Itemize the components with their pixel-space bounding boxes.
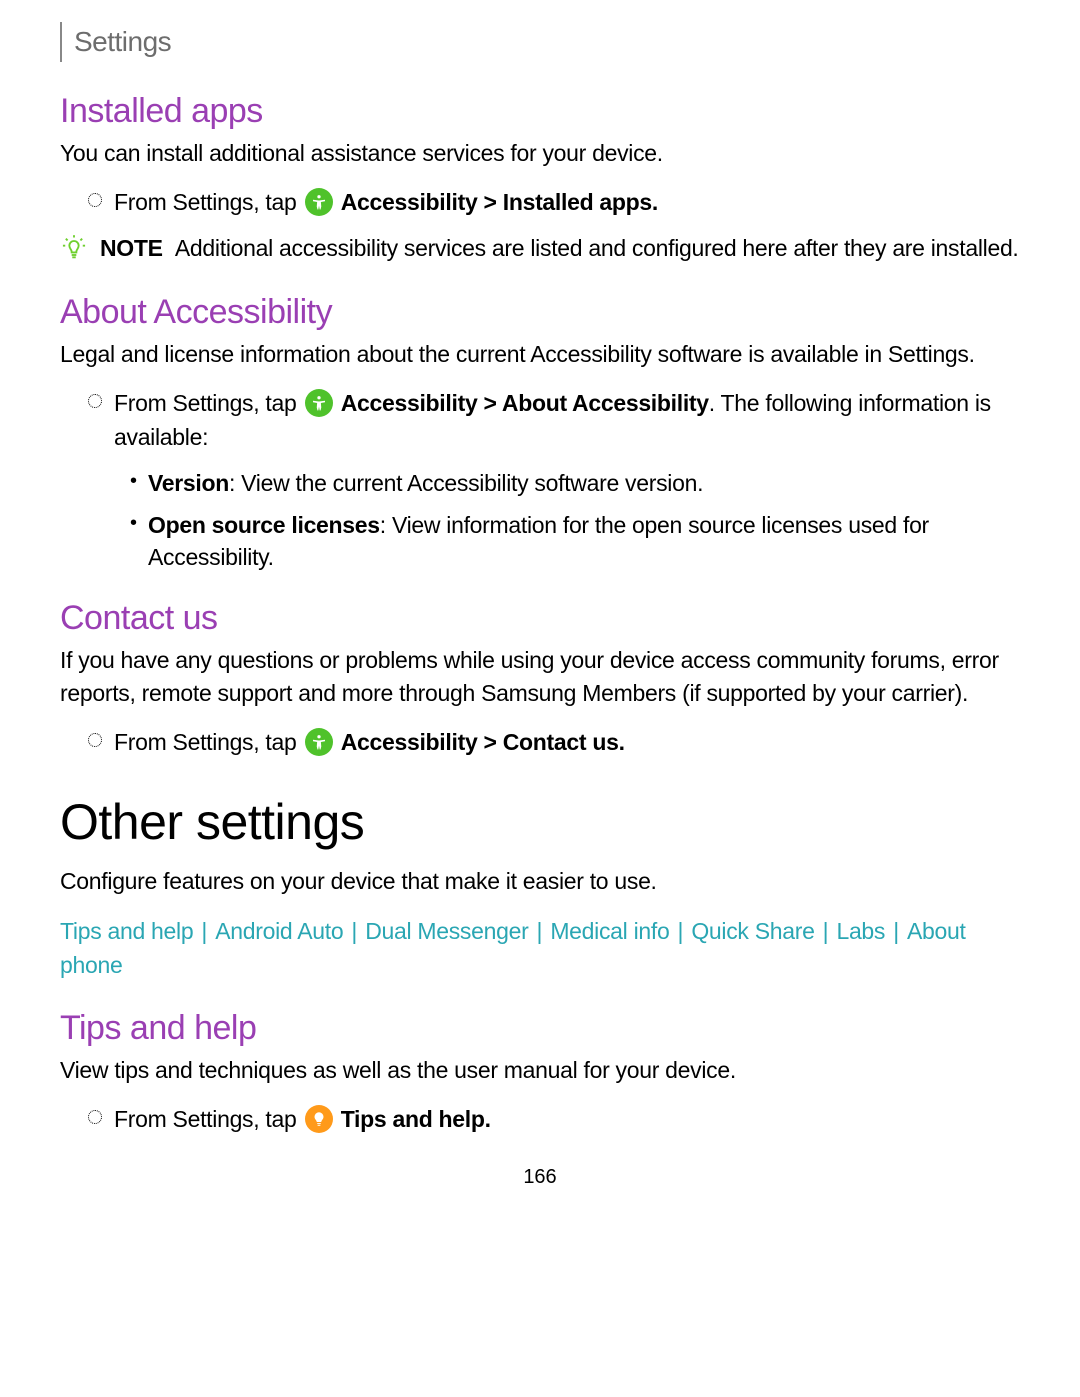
note-body: Additional accessibility services are li… bbox=[175, 235, 1019, 261]
page-header: Settings bbox=[60, 22, 1020, 62]
period: . bbox=[652, 189, 658, 215]
step-item: From Settings, tap Tips and help. bbox=[60, 1102, 1020, 1137]
heading-tips-and-help: Tips and help bbox=[60, 1009, 1020, 1048]
step-prefix: From Settings, tap bbox=[114, 729, 297, 755]
step-path: Accessibility > Contact us bbox=[341, 729, 619, 755]
tips-icon bbox=[305, 1105, 333, 1133]
link-line-other-settings: Tips and help | Android Auto | Dual Mess… bbox=[60, 914, 1020, 983]
step-path: Accessibility > Installed apps bbox=[341, 189, 652, 215]
step-text: From Settings, tap Accessibility > About… bbox=[114, 386, 1020, 455]
step-path: Accessibility > About Accessibility bbox=[341, 390, 709, 416]
body-tips-and-help: View tips and techniques as well as the … bbox=[60, 1054, 1020, 1086]
dotted-circle-bullet-icon bbox=[88, 193, 102, 207]
link-labs[interactable]: Labs bbox=[836, 918, 885, 944]
step-item: From Settings, tap Accessibility > Conta… bbox=[60, 725, 1020, 760]
header-title: Settings bbox=[74, 26, 171, 58]
link-dual-messenger[interactable]: Dual Messenger bbox=[365, 918, 528, 944]
link-medical-info[interactable]: Medical info bbox=[550, 918, 669, 944]
heading-other-settings: Other settings bbox=[60, 793, 1020, 851]
step-item: From Settings, tap Accessibility > About… bbox=[60, 386, 1020, 455]
link-android-auto[interactable]: Android Auto bbox=[215, 918, 343, 944]
document-page: Settings Installed apps You can install … bbox=[0, 0, 1080, 1219]
link-quick-share[interactable]: Quick Share bbox=[691, 918, 814, 944]
lightbulb-icon bbox=[60, 234, 88, 267]
sub-item-label: Version bbox=[148, 470, 229, 496]
step-prefix: From Settings, tap bbox=[114, 1106, 297, 1132]
sub-item-label: Open source licenses bbox=[148, 512, 380, 538]
step-text: From Settings, tap Tips and help. bbox=[114, 1102, 1020, 1137]
heading-contact-us: Contact us bbox=[60, 599, 1020, 638]
link-separator: | bbox=[195, 918, 213, 944]
page-number: 166 bbox=[60, 1166, 1020, 1189]
body-about-accessibility: Legal and license information about the … bbox=[60, 338, 1020, 370]
link-separator: | bbox=[671, 918, 689, 944]
step-text: From Settings, tap Accessibility > Insta… bbox=[114, 185, 1020, 220]
period: . bbox=[619, 729, 625, 755]
accessibility-icon bbox=[305, 728, 333, 756]
body-other-settings: Configure features on your device that m… bbox=[60, 865, 1020, 897]
link-tips-and-help[interactable]: Tips and help bbox=[60, 918, 193, 944]
dotted-circle-bullet-icon bbox=[88, 733, 102, 747]
note-label: NOTE bbox=[100, 235, 163, 261]
step-list-installed-apps: From Settings, tap Accessibility > Insta… bbox=[60, 185, 1020, 220]
dotted-circle-bullet-icon bbox=[88, 1110, 102, 1124]
sub-item-desc: : View the current Accessibility softwar… bbox=[229, 470, 703, 496]
link-separator: | bbox=[817, 918, 835, 944]
sub-item: Version: View the current Accessibility … bbox=[130, 467, 1020, 499]
link-separator: | bbox=[345, 918, 363, 944]
step-list-contact: From Settings, tap Accessibility > Conta… bbox=[60, 725, 1020, 760]
note-installed-apps: NOTE Additional accessibility services a… bbox=[60, 232, 1020, 267]
note-text: NOTE Additional accessibility services a… bbox=[100, 232, 1020, 264]
accessibility-icon bbox=[305, 188, 333, 216]
step-list-about: From Settings, tap Accessibility > About… bbox=[60, 386, 1020, 455]
sub-item: Open source licenses: View information f… bbox=[130, 509, 1020, 573]
header-rule bbox=[60, 22, 62, 62]
step-prefix: From Settings, tap bbox=[114, 189, 297, 215]
body-installed-apps: You can install additional assistance se… bbox=[60, 137, 1020, 169]
step-item: From Settings, tap Accessibility > Insta… bbox=[60, 185, 1020, 220]
heading-about-accessibility: About Accessibility bbox=[60, 293, 1020, 332]
link-separator: | bbox=[887, 918, 905, 944]
accessibility-icon bbox=[305, 389, 333, 417]
sub-list-about: Version: View the current Accessibility … bbox=[60, 467, 1020, 574]
step-text: From Settings, tap Accessibility > Conta… bbox=[114, 725, 1020, 760]
link-separator: | bbox=[530, 918, 548, 944]
dotted-circle-bullet-icon bbox=[88, 394, 102, 408]
body-contact-us: If you have any questions or problems wh… bbox=[60, 644, 1020, 708]
note-icon-cell bbox=[60, 232, 100, 267]
heading-installed-apps: Installed apps bbox=[60, 92, 1020, 131]
period: . bbox=[485, 1106, 491, 1132]
step-prefix: From Settings, tap bbox=[114, 390, 297, 416]
step-list-tips: From Settings, tap Tips and help. bbox=[60, 1102, 1020, 1137]
step-path: Tips and help bbox=[341, 1106, 485, 1132]
